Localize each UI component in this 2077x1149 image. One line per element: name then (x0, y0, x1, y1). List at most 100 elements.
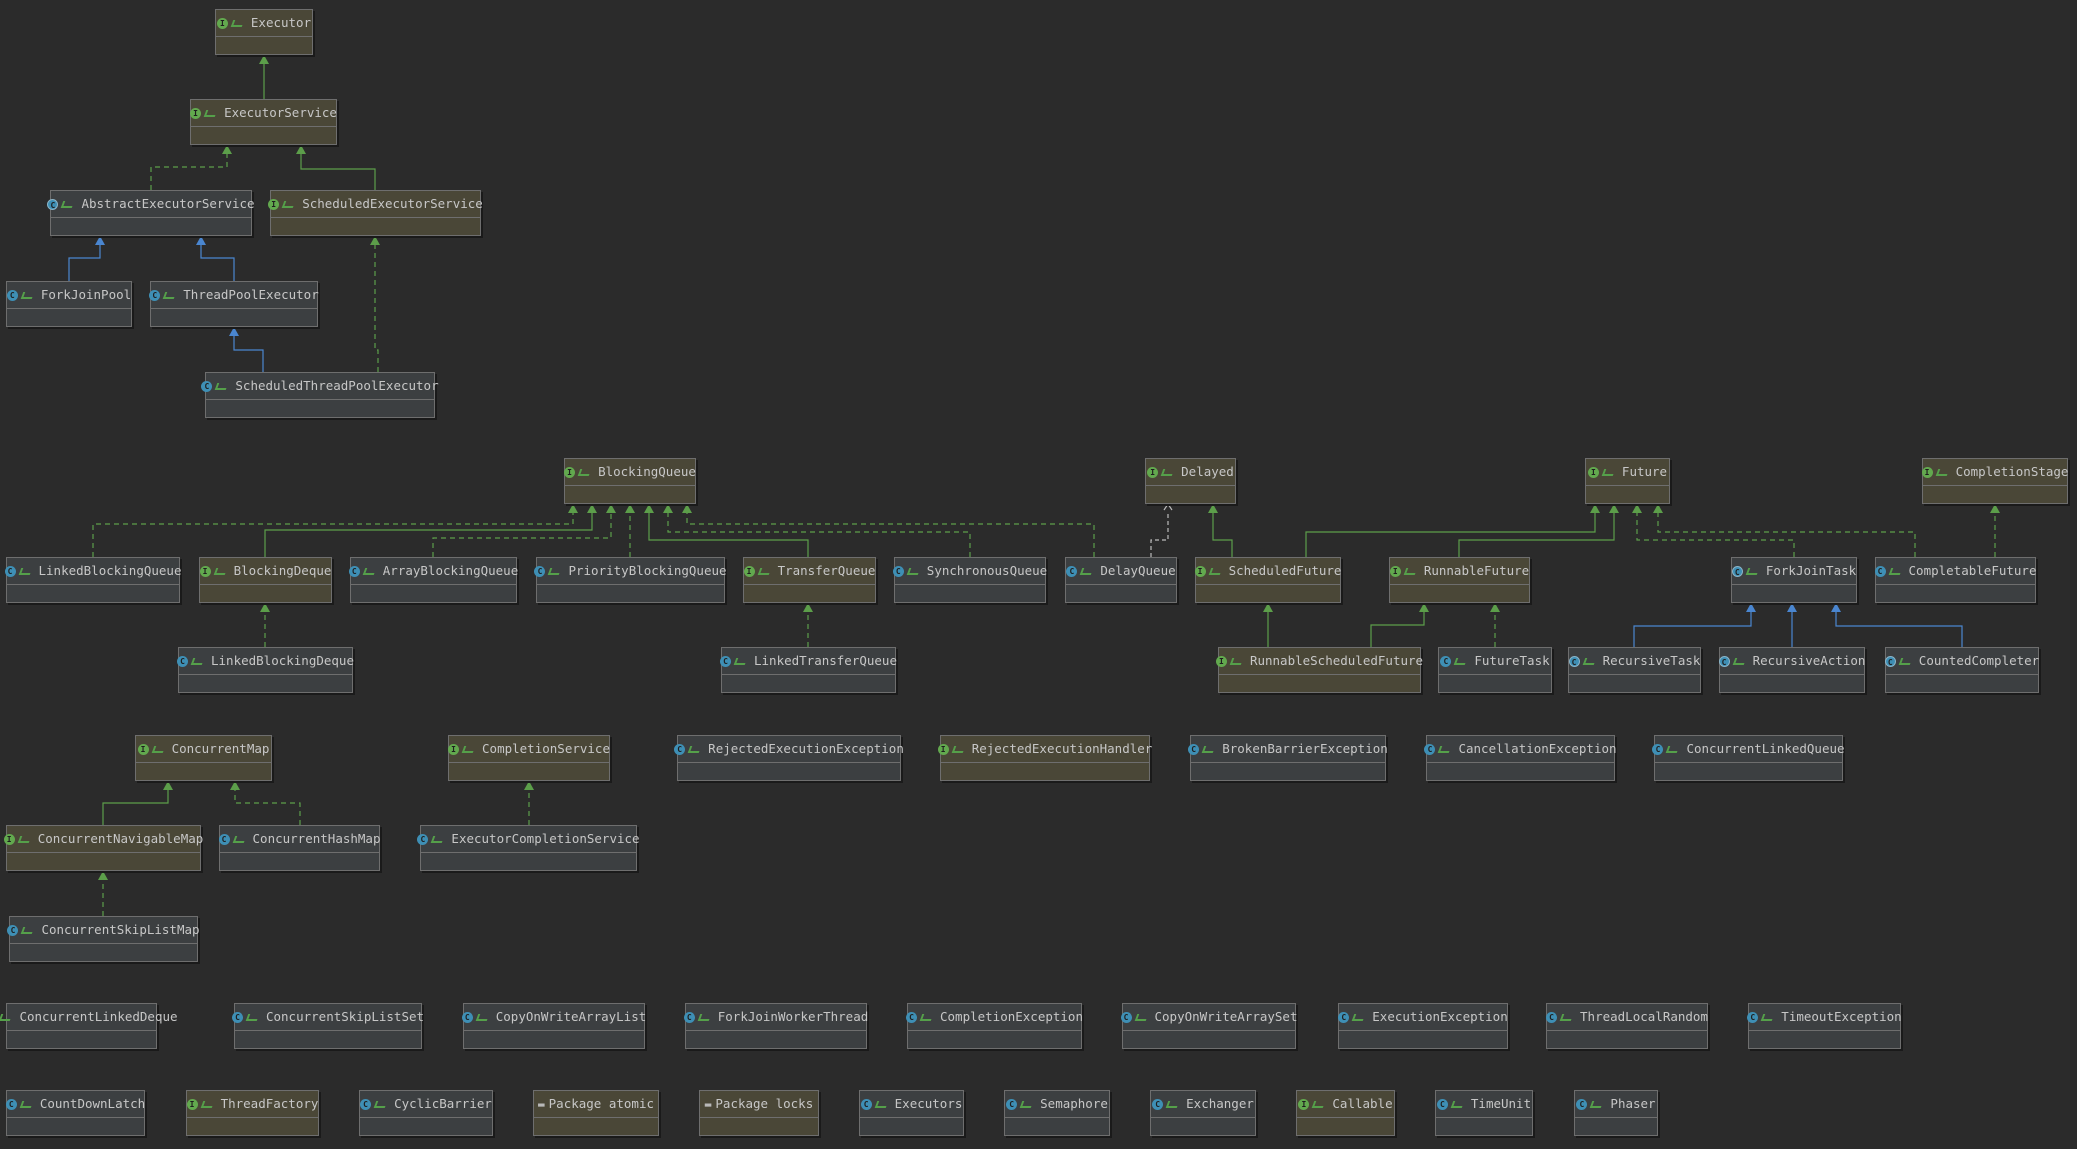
class-node-completionexception[interactable]: C CompletionException (906, 1003, 1083, 1049)
visibility-icon (373, 1100, 388, 1108)
class-node-packageatomic[interactable]: ▬ Package atomic (533, 1090, 659, 1136)
class-node-executorservice[interactable]: I ExecutorService (190, 99, 337, 145)
class-node-label: ArrayBlockingQueue (382, 563, 519, 578)
class-node-concurrentnavigablemap[interactable]: I ConcurrentNavigableMap (3, 825, 203, 871)
class-node-concurrentmap[interactable]: I ConcurrentMap (135, 735, 272, 781)
class-node-scheduledfuture[interactable]: I ScheduledFuture (1194, 557, 1341, 603)
class-node-header: C CountDownLatch (5, 1091, 145, 1118)
edge-extends-interface-runnablescheduledfuture-to-runnablefuture (1370, 603, 1429, 647)
class-node-completablefuture[interactable]: C CompletableFuture (1874, 557, 2036, 603)
class-node-header: C RejectedExecutionException (674, 736, 904, 763)
class-node-copyonwritearrayset[interactable]: C CopyOnWriteArraySet (1120, 1003, 1298, 1049)
visibility-icon (1229, 657, 1244, 665)
class-node-runnablefuture[interactable]: I RunnableFuture (1389, 557, 1530, 603)
edge-implements-concurrenthashmap-to-concurrentmap (230, 781, 301, 825)
class-node-linkedblockingqueue[interactable]: C LinkedBlockingQueue (4, 557, 182, 603)
class-node-exchanger[interactable]: C Exchanger (1150, 1090, 1256, 1136)
class-node-concurrentlinkeddeque[interactable]: CConcurrentLinkedDeque (0, 1003, 178, 1049)
class-node-futuretask[interactable]: C FutureTask (1438, 647, 1552, 693)
class-node-label: ExecutorService (224, 105, 337, 120)
class-node-concurrentskiplistset[interactable]: C ConcurrentSkipListSet (231, 1003, 424, 1049)
class-node-header: I ConcurrentNavigableMap (3, 826, 203, 853)
class-node-completionservice[interactable]: I CompletionService (448, 735, 610, 781)
visibility-icon (548, 567, 562, 575)
class-node-delayed[interactable]: I Delayed (1145, 458, 1236, 504)
interface-icon: I (186, 1098, 198, 1110)
class-node-linkedtransferqueue[interactable]: C LinkedTransferQueue (720, 647, 897, 693)
class-icon: C (1338, 1011, 1350, 1023)
class-node-countdownlatch[interactable]: C CountDownLatch (5, 1090, 145, 1136)
class-node-semaphore[interactable]: C Semaphore (1004, 1090, 1110, 1136)
class-node-executor[interactable]: I Executor (215, 9, 313, 55)
class-node-rejectedexecutionexception[interactable]: C RejectedExecutionException (674, 735, 904, 781)
interface-icon: I (1215, 655, 1227, 667)
class-node-delayqueue[interactable]: C DelayQueue (1065, 557, 1177, 603)
class-node-label: Package locks (715, 1096, 814, 1111)
edge-arrowhead (370, 236, 380, 245)
class-node-abstractexecutorservice[interactable]: C AbstractExecutorService (47, 190, 255, 236)
edge-arrowhead (625, 504, 635, 513)
class-node-forkjoinpool[interactable]: C ForkJoinPool (6, 281, 132, 327)
class-node-concurrentlinkedqueue[interactable]: C ConcurrentLinkedQueue (1652, 735, 1845, 781)
class-node-label: ScheduledThreadPoolExecutor (235, 378, 439, 393)
class-node-priorityblockingqueue[interactable]: C PriorityBlockingQueue (534, 557, 727, 603)
class-node-blockingdeque[interactable]: I BlockingDeque (199, 557, 332, 603)
class-node-executorcompletionservice[interactable]: C ExecutorCompletionService (417, 825, 640, 871)
class-node-header: C RecursiveAction (1718, 648, 1866, 675)
class-node-forkjointask[interactable]: C ForkJoinTask (1731, 557, 1857, 603)
interface-icon: I (216, 17, 228, 29)
class-node-brokenbarrierexception[interactable]: C BrokenBarrierException (1188, 735, 1388, 781)
class-node-label: RecursiveAction (1752, 653, 1866, 668)
class-node-transferqueue[interactable]: I TransferQueue (743, 557, 876, 603)
class-node-concurrenthashmap[interactable]: C ConcurrentHashMap (218, 825, 380, 871)
visibility-icon (1080, 567, 1094, 575)
class-node-linkedblockingdeque[interactable]: C LinkedBlockingDeque (177, 647, 354, 693)
class-node-executors[interactable]: C Executors (859, 1090, 964, 1136)
class-node-callable[interactable]: I Callable (1296, 1090, 1395, 1136)
edge-line (1636, 512, 1795, 557)
class-node-recursiveaction[interactable]: C RecursiveAction (1718, 647, 1866, 693)
class-node-header: I BlockingDeque (199, 558, 331, 585)
class-node-rejectedexecutionhandler[interactable]: I RejectedExecutionHandler (937, 735, 1152, 781)
class-node-completionstage[interactable]: I CompletionStage (1921, 458, 2068, 504)
class-node-header: C SynchronousQueue (892, 558, 1047, 585)
class-node-countedcompleter[interactable]: C CountedCompleter (1884, 647, 2039, 693)
class-icon: C (1006, 1098, 1018, 1110)
visibility-icon (906, 567, 921, 575)
visibility-icon (697, 1013, 712, 1021)
class-node-copyonwritearraylist[interactable]: C CopyOnWriteArrayList (461, 1003, 646, 1049)
class-node-blockingqueue[interactable]: I BlockingQueue (564, 458, 696, 504)
visibility-icon (151, 745, 165, 753)
class-node-packagelocks[interactable]: ▬ Package locks (699, 1090, 819, 1136)
visibility-icon (190, 657, 205, 665)
class-node-executionexception[interactable]: C ExecutionException (1338, 1003, 1508, 1049)
visibility-icon (215, 382, 229, 390)
class-node-header: C ScheduledThreadPoolExecutor (201, 373, 439, 400)
edge-line (264, 512, 593, 557)
class-node-cancellationexception[interactable]: C CancellationException (1424, 735, 1617, 781)
edge-arrowhead (682, 504, 692, 513)
edge-line (1458, 512, 1615, 557)
class-node-arrayblockingqueue[interactable]: C ArrayBlockingQueue (348, 557, 519, 603)
class-node-threadlocalrandom[interactable]: C ThreadLocalRandom (1546, 1003, 1708, 1049)
class-node-label: ThreadLocalRandom (1580, 1009, 1708, 1024)
class-node-scheduledthreadpoolexecutor[interactable]: C ScheduledThreadPoolExecutor (201, 372, 439, 418)
class-node-concurrentskiplistmap[interactable]: C ConcurrentSkipListMap (7, 916, 200, 962)
interface-icon: I (1921, 466, 1933, 478)
class-node-scheduledexecutorservice[interactable]: I ScheduledExecutorService (268, 190, 483, 236)
class-node-header: C ConcurrentSkipListMap (7, 917, 200, 944)
class-node-threadpoolexecutor[interactable]: C ThreadPoolExecutor (149, 281, 319, 327)
class-node-cyclicbarrier[interactable]: C CyclicBarrier (359, 1090, 493, 1136)
class-node-timeoutexception[interactable]: C TimeoutException (1747, 1003, 1902, 1049)
class-node-synchronousqueue[interactable]: C SynchronousQueue (892, 557, 1047, 603)
class-node-runnablescheduledfuture[interactable]: I RunnableScheduledFuture (1215, 647, 1423, 693)
class-node-label: ExecutionException (1372, 1009, 1508, 1024)
class-node-recursivetask[interactable]: C RecursiveTask (1568, 647, 1701, 693)
class-node-forkjoinworkerthread[interactable]: C ForkJoinWorkerThread (683, 1003, 868, 1049)
class-icon: C (7, 924, 19, 936)
edge-dependency-delayqueue-to-delayed (1150, 502, 1173, 557)
class-node-phaser[interactable]: C Phaser (1574, 1090, 1658, 1136)
class-node-threadfactory[interactable]: I ThreadFactory (186, 1090, 319, 1136)
class-node-future[interactable]: I Future (1585, 458, 1670, 504)
class-node-timeunit[interactable]: C TimeUnit (1435, 1090, 1533, 1136)
